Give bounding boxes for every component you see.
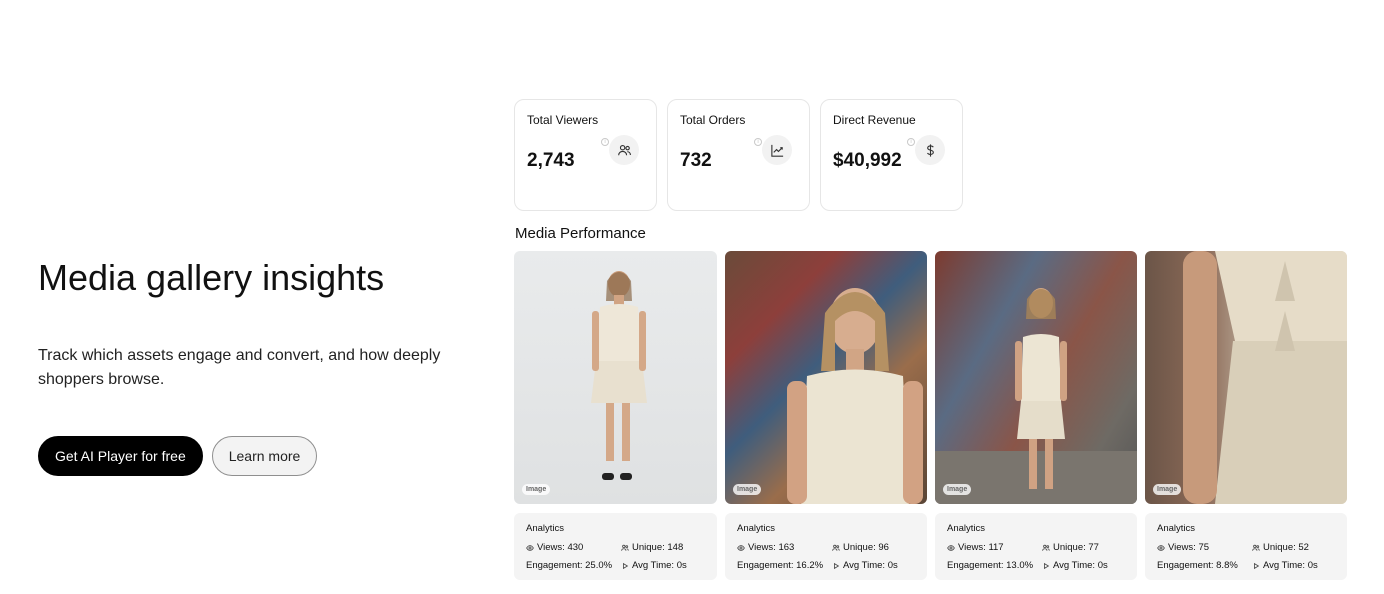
views-count: Views: 75 — [1168, 542, 1210, 553]
avg-time: Avg Time: 0s — [843, 560, 898, 571]
model-photo — [787, 288, 923, 504]
stat-label: Total Viewers — [527, 113, 599, 127]
users-icon — [1252, 544, 1260, 551]
dollar-icon — [915, 135, 945, 165]
eye-icon — [947, 544, 955, 551]
stats-row: Total Viewers 2,743 i Total Orders 732 i… — [514, 99, 963, 211]
media-thumbnail[interactable]: Image — [514, 251, 717, 504]
eye-icon — [1157, 544, 1165, 551]
media-type-badge: Image — [1153, 484, 1182, 495]
engagement-rate: Engagement: 25.0% — [526, 560, 613, 571]
media-card[interactable]: Image Analytics Views: 430 Unique: 148 E… — [514, 251, 717, 580]
media-thumbnail[interactable]: Image — [725, 251, 927, 504]
avg-time: Avg Time: 0s — [1053, 560, 1108, 571]
analytics-panel: Analytics Views: 117 Unique: 77 Engageme… — [935, 513, 1137, 580]
analytics-panel: Analytics Views: 163 Unique: 96 Engageme… — [725, 513, 927, 580]
views-count: Views: 163 — [748, 542, 795, 553]
media-thumbnail[interactable]: Image — [935, 251, 1137, 504]
analytics-panel: Analytics Views: 430 Unique: 148 Engagem… — [514, 513, 717, 580]
stat-value: 732 — [680, 150, 712, 171]
info-icon[interactable]: i — [907, 138, 915, 146]
media-card[interactable]: Image Analytics Views: 75 Unique: 52 Eng… — [1145, 251, 1347, 580]
users-icon — [1042, 544, 1050, 551]
analytics-title: Analytics — [947, 523, 986, 534]
views-count: Views: 430 — [537, 542, 584, 553]
views-count: Views: 117 — [958, 542, 1004, 553]
stat-card-direct-revenue: Direct Revenue $40,992 i — [820, 99, 963, 211]
play-icon — [1254, 562, 1260, 569]
info-icon[interactable]: i — [754, 138, 762, 146]
unique-count: Unique: 77 — [1053, 542, 1099, 553]
model-photo — [591, 271, 647, 480]
unique-count: Unique: 148 — [632, 542, 684, 553]
stat-card-total-orders: Total Orders 732 i — [667, 99, 810, 211]
stat-value: $40,992 — [833, 150, 902, 171]
media-card[interactable]: Image Analytics Views: 117 Unique: 77 En… — [935, 251, 1137, 580]
media-performance-title: Media Performance — [515, 225, 646, 242]
analytics-title: Analytics — [526, 523, 565, 534]
users-icon — [832, 544, 840, 551]
unique-count: Unique: 96 — [843, 542, 889, 553]
hero-section: Media gallery insights Track which asset… — [38, 258, 478, 476]
play-icon — [834, 562, 840, 569]
stat-label: Direct Revenue — [833, 113, 916, 127]
avg-time: Avg Time: 0s — [632, 560, 687, 571]
cta-group: Get AI Player for free Learn more — [38, 436, 478, 476]
info-icon[interactable]: i — [601, 138, 609, 146]
stat-card-total-viewers: Total Viewers 2,743 i — [514, 99, 657, 211]
play-icon — [623, 562, 629, 569]
analytics-panel: Analytics Views: 75 Unique: 52 Engagemen… — [1145, 513, 1347, 580]
model-photo — [1183, 251, 1347, 504]
media-type-badge: Image — [733, 484, 762, 495]
engagement-rate: Engagement: 13.0% — [947, 560, 1034, 571]
play-icon — [1044, 562, 1050, 569]
engagement-rate: Engagement: 8.8% — [1157, 560, 1238, 571]
media-thumbnail[interactable]: Image — [1145, 251, 1347, 504]
eye-icon — [526, 544, 534, 551]
media-type-badge: Image — [522, 484, 551, 495]
analytics-title: Analytics — [1157, 523, 1196, 534]
unique-count: Unique: 52 — [1263, 542, 1309, 553]
hero-description: Track which assets engage and convert, a… — [38, 347, 441, 388]
users-icon — [621, 544, 629, 551]
eye-icon — [737, 544, 745, 551]
trend-chart-icon — [762, 135, 792, 165]
media-gallery: Image Analytics Views: 430 Unique: 148 E… — [514, 251, 1347, 580]
media-card[interactable]: Image Analytics Views: 163 Unique: 96 En… — [725, 251, 927, 580]
media-type-badge: Image — [943, 484, 972, 495]
learn-more-button[interactable]: Learn more — [211, 436, 318, 476]
stat-value: 2,743 — [527, 150, 575, 171]
hero-title: Media gallery insights — [38, 257, 385, 298]
avg-time: Avg Time: 0s — [1263, 560, 1318, 571]
get-ai-player-button[interactable]: Get AI Player for free — [38, 436, 203, 476]
users-icon — [609, 135, 639, 165]
analytics-title: Analytics — [737, 523, 776, 534]
model-photo — [935, 288, 1137, 504]
engagement-rate: Engagement: 16.2% — [737, 560, 824, 571]
stat-label: Total Orders — [680, 113, 746, 127]
